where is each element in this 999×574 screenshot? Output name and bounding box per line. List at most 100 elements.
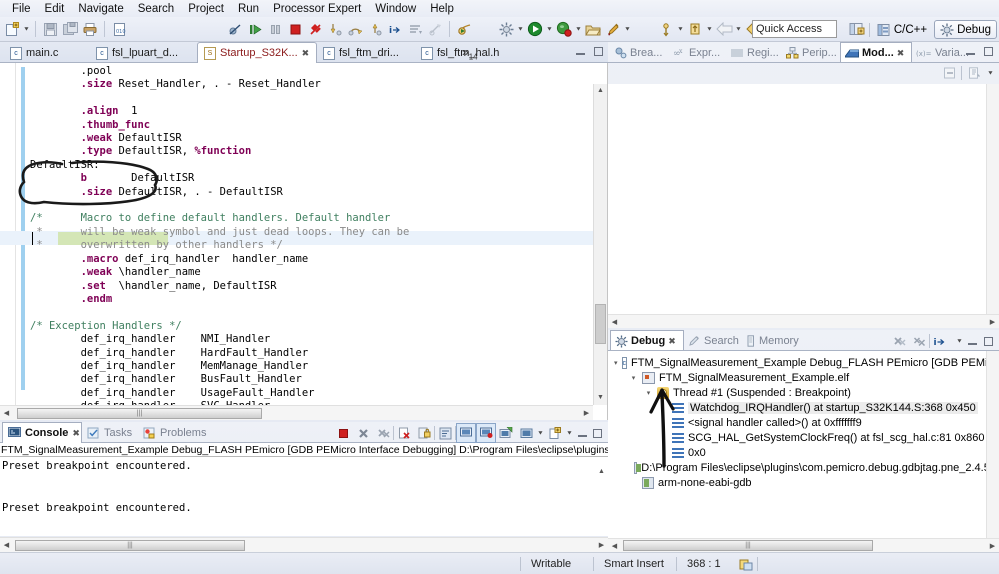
tree-item-thread[interactable]: ▾ Thread #1 (Suspended : Breakpoint) [614, 385, 999, 400]
tree-item-elf[interactable]: ▾ FTM_SignalMeasurement_Example.elf [614, 370, 999, 385]
debug-tree-container[interactable]: ▾ c FTM_SignalMeasurement_Example Debug_… [608, 351, 999, 552]
menu-window[interactable]: Window [368, 3, 423, 15]
terminate-icon[interactable] [334, 424, 352, 442]
run-icon[interactable] [526, 20, 544, 38]
build-icon[interactable] [497, 20, 515, 38]
code-editor[interactable]: ⇨ .pool .size Reset_Handler, . - Reset_H… [0, 63, 608, 420]
drop-to-frame-icon[interactable] [406, 20, 424, 38]
source-code[interactable]: .pool .size Reset_Handler, . - Reset_Han… [30, 65, 409, 420]
scroll-up-button[interactable]: ▲ [594, 84, 607, 98]
scroll-left-button[interactable]: ◀ [0, 409, 13, 417]
view-menu-caret[interactable] [986, 64, 995, 82]
menu-edit[interactable]: Edit [38, 3, 72, 15]
console-vertical-scrollbar[interactable]: ▲ [595, 465, 608, 519]
editor-vertical-scrollbar[interactable]: ▲ ▼ [593, 84, 607, 405]
open-folder-icon[interactable] [584, 20, 602, 38]
perspective-cpp[interactable]: C/C++ [872, 20, 932, 39]
tab-expressions[interactable]: ∞ x Expr... [669, 43, 727, 62]
step-over-icon[interactable] [346, 20, 364, 38]
run-last-tool-icon[interactable] [455, 20, 473, 38]
scroll-left-button[interactable]: ◀ [0, 541, 13, 549]
remove-all-terminated-icon[interactable] [910, 332, 928, 350]
debug-icon[interactable] [555, 20, 573, 38]
remove-launch-icon[interactable] [354, 424, 372, 442]
view-menu-caret[interactable] [955, 332, 964, 350]
modules-horizontal-scrollbar[interactable]: ◀ ▶ [608, 314, 999, 328]
close-icon[interactable]: ✖ [72, 428, 80, 439]
console-output-area[interactable]: FTM_SignalMeasurement_Example Debug_FLAS… [0, 443, 608, 536]
editor-tab-fsl-lpuart[interactable]: c fsl_lpuart_d... [90, 43, 197, 63]
chevron-down-icon[interactable]: ▾ [614, 359, 618, 367]
tab-console[interactable]: Console ✖ [2, 422, 82, 443]
resume-icon[interactable] [246, 20, 264, 38]
scroll-right-button[interactable]: ▶ [580, 409, 593, 417]
vertical-scroll-thumb[interactable] [595, 304, 606, 344]
more-editor-tabs-button[interactable]: »14 [462, 45, 478, 61]
scroll-right-button[interactable]: ▶ [986, 542, 999, 550]
save-all-icon[interactable] [61, 20, 79, 38]
tab-tasks[interactable]: Tasks [82, 423, 138, 443]
show-console-on-output-icon[interactable] [456, 423, 476, 443]
display-selected-caret[interactable] [536, 424, 545, 442]
skip-breakpoints-icon[interactable] [226, 20, 244, 38]
scroll-down-button[interactable]: ▼ [594, 391, 607, 405]
remove-all-launches-icon[interactable] [374, 424, 392, 442]
scroll-left-button[interactable]: ◀ [608, 318, 621, 326]
menu-project[interactable]: Project [181, 3, 231, 15]
next-annotation-caret[interactable] [676, 20, 685, 38]
instruction-stepping-icon[interactable]: i [931, 332, 949, 350]
scroll-right-button[interactable]: ▶ [986, 318, 999, 326]
tree-item-stack-frame[interactable]: 0x0 [614, 445, 999, 460]
editor-tab-main-c[interactable]: c main.c [4, 43, 90, 63]
new-dropdown-caret[interactable] [22, 20, 31, 38]
maximize-view-button[interactable] [592, 428, 603, 439]
minimize-view-button[interactable] [577, 428, 588, 439]
tab-problems[interactable]: Problems [138, 423, 212, 443]
debug-launch-tree[interactable]: ▾ c FTM_SignalMeasurement_Example Debug_… [608, 351, 999, 490]
terminate-icon[interactable] [286, 20, 304, 38]
menu-file[interactable]: File [5, 3, 38, 15]
menu-navigate[interactable]: Navigate [71, 3, 130, 15]
horizontal-scroll-track[interactable]: ||| [621, 539, 986, 552]
toggle-hex-icon[interactable]: 010 [110, 20, 128, 38]
minimize-view-button[interactable] [965, 46, 976, 57]
minimize-view-button[interactable] [967, 336, 978, 347]
display-selected-console-icon[interactable] [497, 424, 515, 442]
tree-item-launch-config[interactable]: ▾ c FTM_SignalMeasurement_Example Debug_… [614, 355, 999, 370]
scroll-left-button[interactable]: ◀ [608, 542, 621, 550]
maximize-view-button[interactable] [983, 46, 994, 57]
save-icon[interactable] [41, 20, 59, 38]
tree-item-stack-frame[interactable]: <signal handler called>() at 0xfffffff9 [614, 415, 999, 430]
new-console-view-icon[interactable] [546, 424, 564, 442]
console-log[interactable]: Preset breakpoint encountered. Preset br… [0, 457, 608, 517]
open-perspective-icon[interactable] [848, 21, 866, 39]
print-icon[interactable] [81, 20, 99, 38]
horizontal-scroll-track[interactable]: ||| [13, 407, 580, 420]
editor-tab-fsl-ftm-dri[interactable]: c fsl_ftm_dri... [317, 43, 415, 63]
back-caret[interactable] [734, 20, 743, 38]
search-dropdown-caret[interactable] [623, 20, 632, 38]
chevron-down-icon[interactable]: ▾ [644, 389, 653, 397]
minimize-view-button[interactable] [575, 46, 586, 57]
build-indicator-icon[interactable] [735, 557, 757, 571]
close-icon[interactable]: ✖ [302, 48, 310, 59]
horizontal-scroll-thumb[interactable]: ||| [15, 539, 245, 551]
close-icon[interactable]: ✖ [897, 48, 905, 59]
build-dropdown-caret[interactable] [516, 20, 525, 38]
open-console-icon[interactable] [517, 424, 535, 442]
tree-item-stack-frame[interactable]: SCG_HAL_GetSystemClockFreq() at fsl_scg_… [614, 430, 999, 445]
chevron-down-icon[interactable]: ▾ [629, 374, 638, 382]
scroll-up-button[interactable]: ▲ [595, 465, 608, 479]
tab-debug[interactable]: Debug ✖ [610, 330, 684, 350]
tab-peripherals[interactable]: Perip... [782, 43, 840, 62]
suspend-icon[interactable] [266, 20, 284, 38]
modules-vertical-scrollbar[interactable] [986, 84, 999, 314]
editor-horizontal-scrollbar[interactable]: ◀ ||| ▶ [0, 405, 593, 420]
tree-item-stack-frame[interactable]: Watchdog_IRQHandler() at startup_S32K144… [614, 400, 999, 415]
step-into-icon[interactable] [326, 20, 344, 38]
maximize-view-button[interactable] [593, 46, 604, 57]
menu-run[interactable]: Run [231, 3, 266, 15]
pin-console-icon[interactable] [476, 423, 496, 443]
clear-console-icon[interactable] [395, 424, 413, 442]
collapse-all-icon[interactable] [940, 64, 958, 82]
